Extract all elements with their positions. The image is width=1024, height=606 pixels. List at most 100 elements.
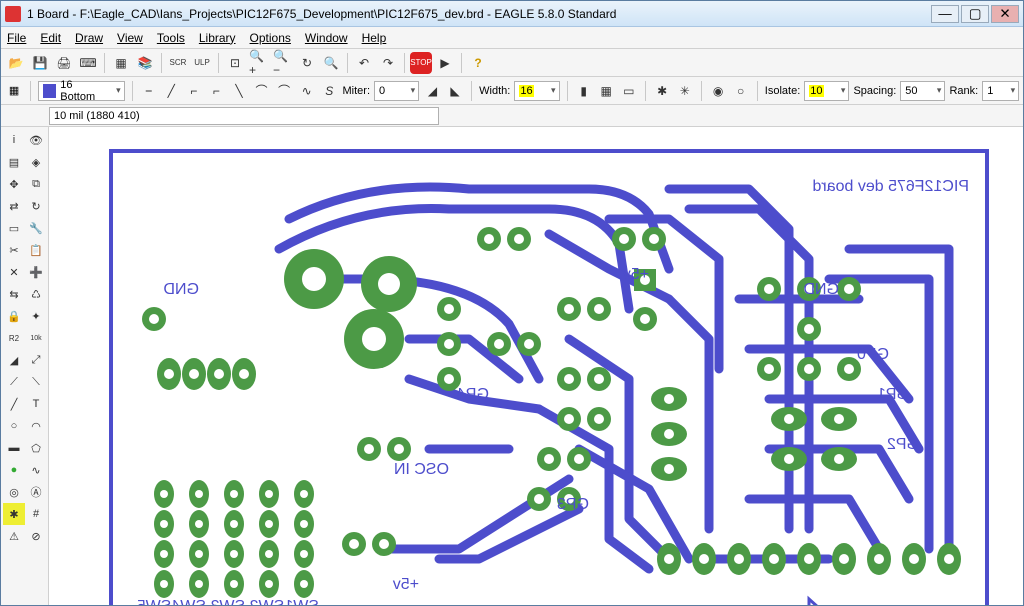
signal-tool-icon[interactable]: ∿ [25, 459, 47, 481]
help-icon[interactable]: ? [467, 52, 489, 74]
circle-tool-icon[interactable]: ○ [3, 415, 25, 437]
open-icon[interactable]: 📂 [5, 52, 27, 74]
attribute-tool-icon[interactable]: Ⓐ [25, 481, 47, 503]
pinswap-tool-icon[interactable]: ⇆ [3, 283, 25, 305]
bend-style-6-icon[interactable]: ⌒ [275, 80, 294, 102]
via-tool-icon[interactable]: ● [3, 459, 25, 481]
zoom-in-icon[interactable]: 🔍+ [248, 52, 270, 74]
name-tool-icon[interactable]: R2 [3, 327, 25, 349]
display-tool-icon[interactable]: ▤ [3, 151, 25, 173]
close-button[interactable]: ✕ [991, 5, 1019, 23]
rect-tool-icon[interactable]: ▬ [3, 437, 25, 459]
menu-view[interactable]: View [117, 31, 143, 45]
zoom-select-icon[interactable]: 🔍 [320, 52, 342, 74]
go-icon[interactable]: ▶ [434, 52, 456, 74]
orphan-on-icon[interactable]: ◉ [709, 80, 728, 102]
bend-style-2-icon[interactable]: ⌐ [185, 80, 204, 102]
lock-tool-icon[interactable]: 🔒 [3, 305, 25, 327]
bend-style-0-icon[interactable]: ⎯ [139, 80, 158, 102]
run-icon[interactable]: ULP [191, 52, 213, 74]
group-tool-icon[interactable]: ▭ [3, 217, 25, 239]
isolate-select[interactable]: 10 [804, 81, 849, 101]
zoom-fit-icon[interactable]: ⊡ [224, 52, 246, 74]
hole-tool-icon[interactable]: ◎ [3, 481, 25, 503]
miter-style-a-icon[interactable]: ◢ [423, 80, 442, 102]
menu-options[interactable]: Options [250, 31, 291, 45]
save-icon[interactable]: 💾 [29, 52, 51, 74]
schematic-icon[interactable]: ▦ [110, 52, 132, 74]
smash-tool-icon[interactable]: ✦ [25, 305, 47, 327]
auto-tool-icon[interactable]: # [25, 503, 47, 525]
info-tool-icon[interactable]: i [3, 129, 25, 151]
menu-edit[interactable]: Edit [40, 31, 61, 45]
bend-style-1-icon[interactable]: ╱ [162, 80, 181, 102]
paste-tool-icon[interactable]: 📋 [25, 239, 47, 261]
erc-tool-icon[interactable]: ⚠ [3, 525, 25, 547]
bend-style-8-icon[interactable]: S [320, 80, 339, 102]
pour-hatch-icon[interactable]: ▦ [597, 80, 616, 102]
zoom-out-icon[interactable]: 🔍− [272, 52, 294, 74]
menu-help[interactable]: Help [362, 31, 387, 45]
miter-label: Miter: [343, 85, 371, 97]
bend-style-5-icon[interactable]: ⌒ [252, 80, 271, 102]
width-label: Width: [479, 85, 510, 97]
menu-library[interactable]: Library [199, 31, 236, 45]
canvas[interactable]: < circle cx="660" cy="180" r="12"/> [49, 127, 1023, 605]
undo-icon[interactable]: ↶ [353, 52, 375, 74]
orphan-off-icon[interactable]: ○ [731, 80, 750, 102]
menu-tools[interactable]: Tools [157, 31, 185, 45]
ripup-tool-icon[interactable]: ⟍ [25, 371, 47, 393]
errors-tool-icon[interactable]: ⊘ [25, 525, 47, 547]
mirror-tool-icon[interactable]: ⇄ [3, 195, 25, 217]
pour-solid-icon[interactable]: ▮ [574, 80, 593, 102]
cam-icon[interactable]: ⌨ [77, 52, 99, 74]
menu-draw[interactable]: Draw [75, 31, 103, 45]
layer-select[interactable]: 16 Bottom [38, 81, 125, 101]
miter-select[interactable]: 0 [374, 81, 419, 101]
menu-file[interactable]: File [7, 31, 26, 45]
miter-style-b-icon[interactable]: ◣ [446, 80, 465, 102]
polygon-tool-icon[interactable]: ⬠ [25, 437, 47, 459]
print-icon[interactable]: 🖨 [53, 52, 75, 74]
wire-tool-icon[interactable]: ╱ [3, 393, 25, 415]
bend-style-7-icon[interactable]: ∿ [297, 80, 316, 102]
show-tool-icon[interactable]: 👁 [25, 129, 47, 151]
pour-outline-icon[interactable]: ▭ [619, 80, 638, 102]
coord-readout[interactable]: 10 mil (1880 410) [49, 107, 439, 125]
silk-gp1: GP1 [877, 386, 909, 403]
rank-select[interactable]: 1 [982, 81, 1019, 101]
ratsnest-tool-icon[interactable]: ✱ [3, 503, 25, 525]
move-tool-icon[interactable]: ✥ [3, 173, 25, 195]
minimize-button[interactable]: — [931, 5, 959, 23]
redo-icon[interactable]: ↷ [377, 52, 399, 74]
script-icon[interactable]: SCR [167, 52, 189, 74]
add-tool-icon[interactable]: ➕ [25, 261, 47, 283]
route-tool-icon[interactable]: ⟋ [3, 371, 25, 393]
silk-gp2: GP2 [887, 436, 919, 453]
replace-tool-icon[interactable]: ♺ [25, 283, 47, 305]
width-select[interactable]: 16 [514, 81, 559, 101]
delete-tool-icon[interactable]: ✕ [3, 261, 25, 283]
tool-palette: i 👁 ▤ ◈ ✥ ⧉ ⇄ ↻ ▭ 🔧 ✂ 📋 ✕ ➕ ⇆ ♺ 🔒 ✦ R2 1… [1, 127, 49, 605]
mark-tool-icon[interactable]: ◈ [25, 151, 47, 173]
split-tool-icon[interactable]: ⤢ [25, 349, 47, 371]
library-icon[interactable]: 📚 [134, 52, 156, 74]
arc-tool-icon[interactable]: ◠ [25, 415, 47, 437]
copy-tool-icon[interactable]: ⧉ [25, 173, 47, 195]
thermal-on-icon[interactable]: ✱ [653, 80, 672, 102]
grid-icon[interactable]: ▦ [5, 80, 23, 102]
text-tool-icon[interactable]: T [25, 393, 47, 415]
maximize-button[interactable]: ▢ [961, 5, 989, 23]
spacing-select[interactable]: 50 [900, 81, 945, 101]
miter-tool-icon[interactable]: ◢ [3, 349, 25, 371]
bend-style-4-icon[interactable]: ╲ [230, 80, 249, 102]
redraw-icon[interactable]: ↻ [296, 52, 318, 74]
cut-tool-icon[interactable]: ✂ [3, 239, 25, 261]
bend-style-3-icon[interactable]: ⌐ [207, 80, 226, 102]
rotate-tool-icon[interactable]: ↻ [25, 195, 47, 217]
stop-icon[interactable]: STOP [410, 52, 432, 74]
value-tool-icon[interactable]: 10k [25, 327, 47, 349]
change-tool-icon[interactable]: 🔧 [25, 217, 47, 239]
menu-window[interactable]: Window [305, 31, 348, 45]
thermal-off-icon[interactable]: ✳ [675, 80, 694, 102]
